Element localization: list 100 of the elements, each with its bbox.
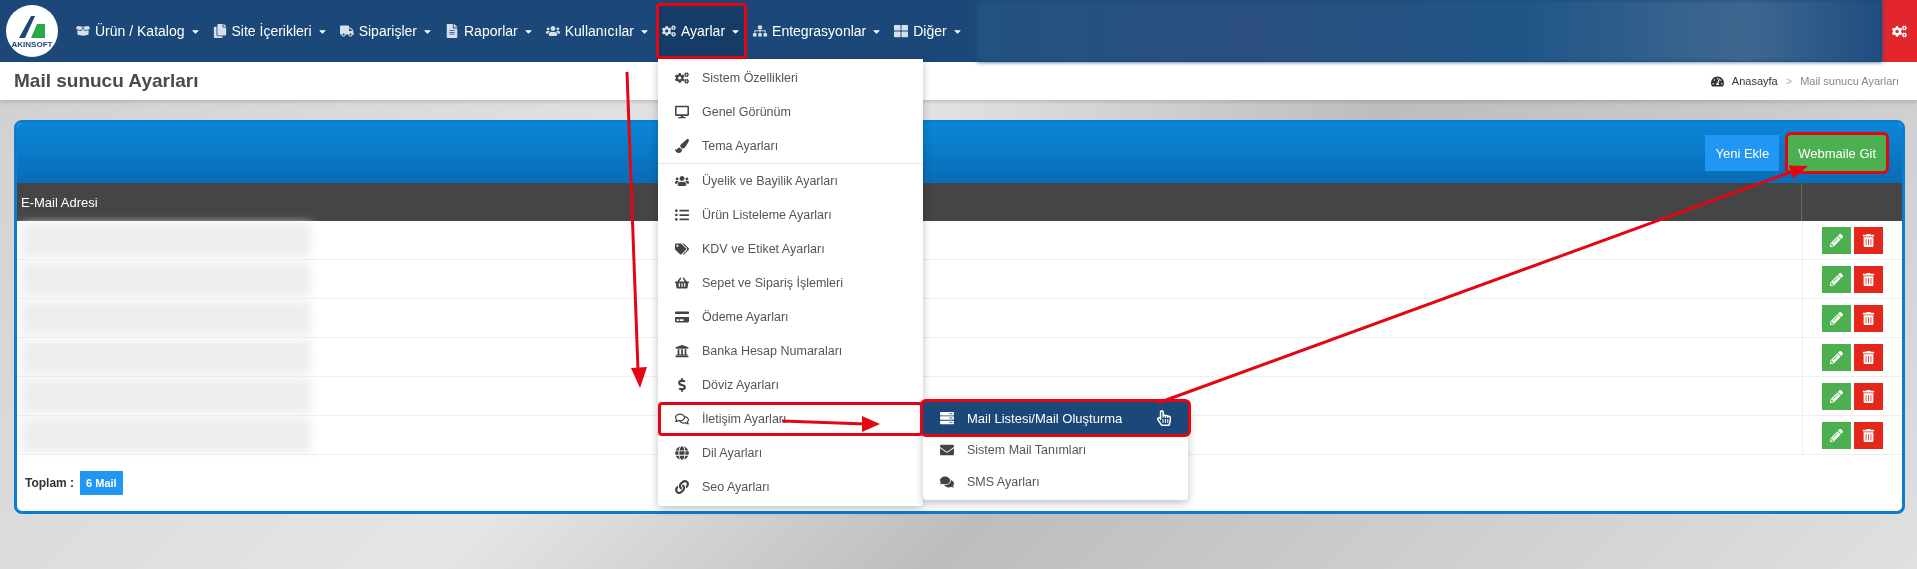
menu-item-icon: [673, 71, 690, 85]
menu-item-label: Dil Ayarları: [701, 446, 763, 460]
menu-item-icon: [938, 443, 955, 457]
dropdown-item[interactable]: Döviz Ayarları: [657, 368, 923, 402]
pencil-icon: [1830, 350, 1843, 364]
delete-button[interactable]: [1854, 226, 1883, 254]
menu-item-icon: [673, 242, 690, 256]
nav-icon: [445, 24, 459, 38]
dropdown-item[interactable]: KDV ve Etiket Ayarları: [657, 232, 923, 266]
submenu-item[interactable]: SMS Ayarları: [922, 466, 1188, 498]
dropdown-item[interactable]: Banka Hesap Numaraları: [657, 334, 923, 368]
menu-item-icon: [938, 411, 955, 425]
pencil-icon: [1830, 272, 1843, 286]
delete-button[interactable]: [1854, 382, 1883, 410]
delete-button[interactable]: [1854, 343, 1883, 371]
nav-label: Site İçerikleri: [231, 23, 312, 39]
pencil-icon: [1830, 428, 1843, 442]
breadcrumb-link[interactable]: Anasayfa: [1731, 75, 1778, 87]
dropdown-item[interactable]: Ödeme Ayarları: [657, 300, 923, 334]
settings-icon: [1892, 23, 1907, 39]
pencil-icon: [1830, 233, 1843, 247]
dashboard-icon: [1710, 74, 1724, 88]
menu-item-icon: [673, 412, 690, 426]
nav-icon: [76, 24, 90, 38]
nav-label: Siparişler: [358, 23, 417, 39]
edit-button[interactable]: [1822, 382, 1851, 410]
delete-button[interactable]: [1854, 421, 1883, 449]
menu-item-icon: [673, 276, 690, 290]
nav-menu-item[interactable]: Entegrasyonlar: [747, 3, 889, 59]
menu-item-label: Genel Görünüm: [701, 105, 791, 119]
total-label: Toplam :: [25, 476, 75, 490]
menu-item-icon: [673, 480, 690, 494]
menu-item-label: Mail Listesi/Mail Oluşturma: [966, 410, 1123, 426]
nav-label: Ayarlar: [680, 23, 726, 39]
edit-button[interactable]: [1822, 343, 1851, 371]
menu-item-label: Banka Hesap Numaraları: [701, 344, 843, 358]
dropdown-item[interactable]: Dil Ayarları: [657, 436, 923, 470]
dropdown-item[interactable]: Sistem Özellikleri: [657, 61, 923, 95]
trash-icon: [1862, 311, 1875, 325]
trash-icon: [1862, 233, 1875, 247]
menu-item-label: Sistem Özellikleri: [701, 71, 798, 85]
nav-menu-item[interactable]: Diğer: [888, 3, 969, 59]
menu-item-icon: [673, 446, 690, 460]
menu-item-icon: [673, 139, 690, 153]
dropdown-item[interactable]: Üyelik ve Bayilik Ayarları: [657, 164, 923, 198]
nav-menu-item[interactable]: Siparişler: [333, 3, 439, 59]
delete-button[interactable]: [1854, 304, 1883, 332]
dropdown-item[interactable]: Seo Ayarları: [657, 470, 923, 504]
submenu-item[interactable]: Sistem Mail Tanımları: [922, 434, 1188, 466]
logo[interactable]: AKINSOFT: [6, 5, 58, 57]
menu-item-icon: [673, 208, 690, 222]
nav-icon: [545, 24, 560, 38]
trash-icon: [1862, 272, 1875, 286]
submenu-item[interactable]: Mail Listesi/Mail Oluşturma: [922, 402, 1188, 434]
nav-menu-item[interactable]: Site İçerikleri: [206, 3, 334, 59]
nav-label: Kullanıcılar: [564, 23, 634, 39]
nav-menu-item[interactable]: Raporlar: [439, 3, 540, 59]
nav-label: Raporlar: [464, 23, 518, 39]
dropdown-item[interactable]: Ürün Listeleme Ayarları: [657, 198, 923, 232]
menu-item-icon: [673, 174, 690, 188]
menu-item-label: Tema Ayarları: [701, 139, 779, 153]
trash-icon: [1862, 389, 1875, 403]
menu-item-label: Seo Ayarları: [701, 480, 770, 494]
breadcrumb-current: Mail sunucu Ayarları: [1800, 75, 1899, 87]
edit-button[interactable]: [1822, 421, 1851, 449]
hand-cursor-icon: [1155, 410, 1172, 426]
menu-item-icon: [673, 310, 690, 324]
menu-item-label: Üyelik ve Bayilik Ayarları: [701, 174, 838, 188]
menu-item-icon: [673, 105, 690, 119]
edit-button[interactable]: [1822, 265, 1851, 293]
breadcrumb-separator: >: [1785, 75, 1793, 87]
logo-icon: [17, 13, 47, 40]
nav-label: Ürün / Katalog: [95, 23, 185, 39]
menu-item-label: Döviz Ayarları: [701, 378, 779, 392]
menu-item-label: Ödeme Ayarları: [701, 310, 789, 324]
pencil-icon: [1830, 389, 1843, 403]
nav-menu-item[interactable]: Ürün / Katalog: [70, 3, 207, 59]
trash-icon: [1862, 428, 1875, 442]
logo-text: AKINSOFT: [11, 39, 53, 49]
count-badge: 6 Mail: [80, 471, 123, 495]
edit-button[interactable]: [1822, 304, 1851, 332]
trash-icon: [1862, 350, 1875, 364]
pencil-icon: [1830, 311, 1843, 325]
menu-item-icon: [938, 475, 955, 489]
nav-icon: [339, 24, 354, 38]
settings-button[interactable]: [1882, 0, 1917, 62]
menu-item-label: Sepet ve Sipariş İşlemleri: [701, 276, 843, 290]
nav-icon: [753, 24, 768, 38]
delete-button[interactable]: [1854, 265, 1883, 293]
menu-item-label: İletişim Ayarları: [701, 412, 787, 426]
dropdown-item[interactable]: Sepet ve Sipariş İşlemleri: [657, 266, 923, 300]
dropdown-item[interactable]: İletişim Ayarları: [657, 402, 923, 436]
dropdown-item[interactable]: Genel Görünüm: [657, 95, 923, 129]
menu-item-icon: [673, 344, 690, 358]
nav-menu-item[interactable]: Kullanıcılar: [539, 3, 656, 59]
nav-icon: [661, 24, 676, 38]
edit-button[interactable]: [1822, 226, 1851, 254]
nav-icon: [212, 24, 227, 38]
menu-item-label: Sistem Mail Tanımları: [966, 443, 1087, 457]
menu-item-label: SMS Ayarları: [966, 475, 1040, 489]
